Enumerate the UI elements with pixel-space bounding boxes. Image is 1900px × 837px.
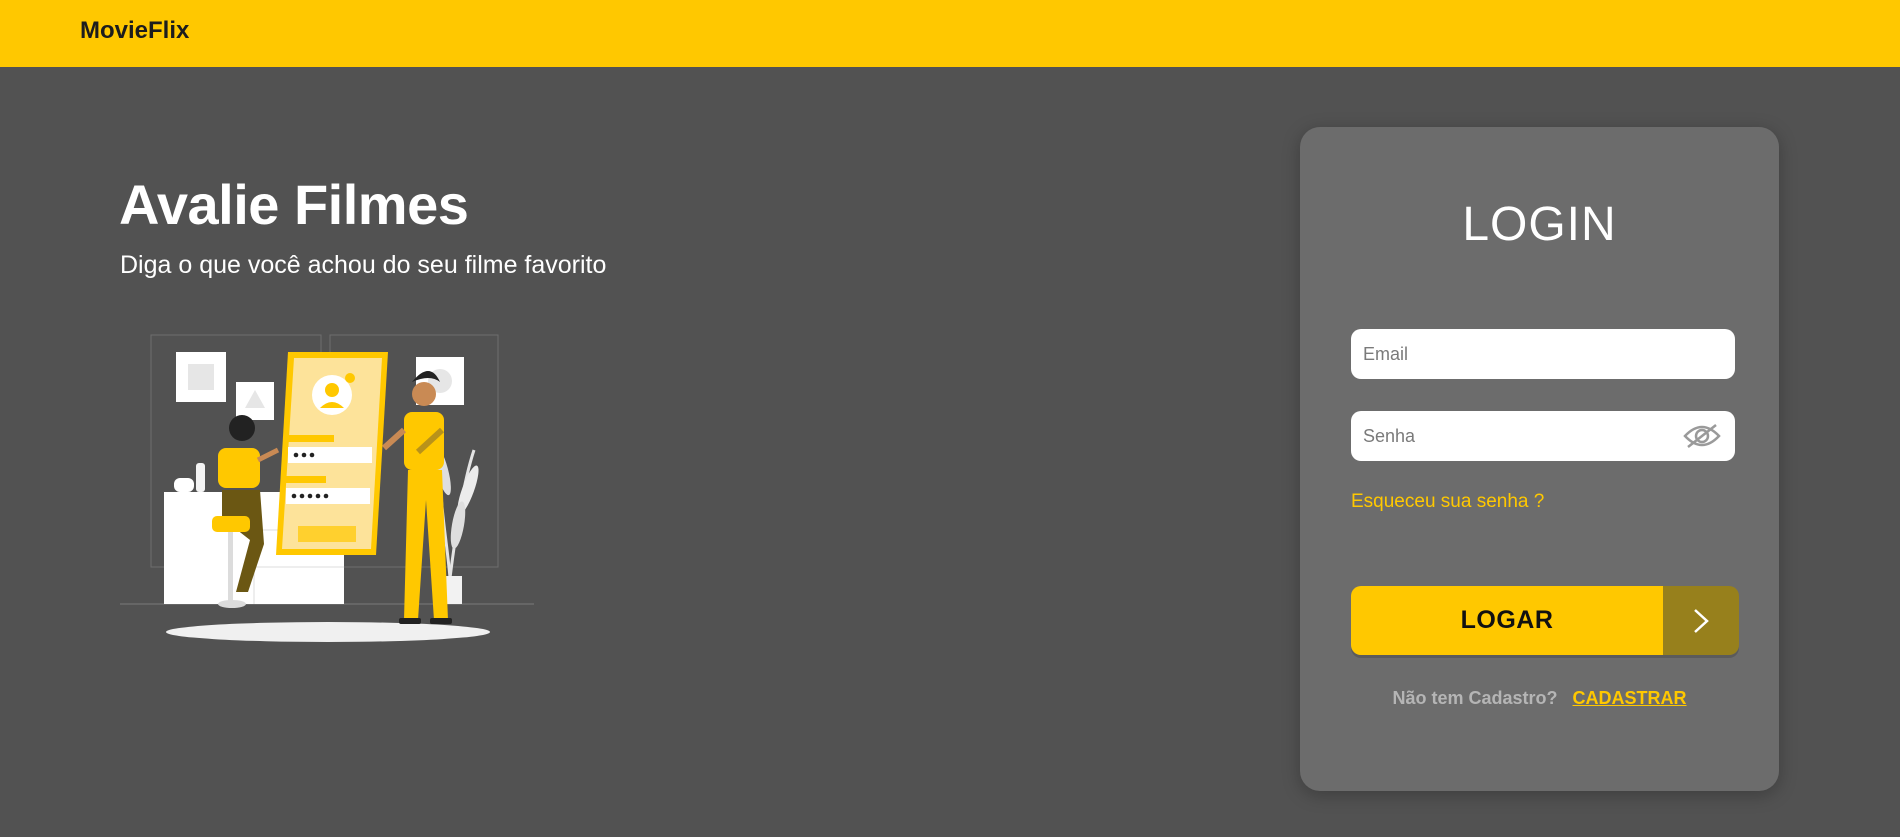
signup-question: Não tem Cadastro? — [1392, 688, 1558, 708]
email-input[interactable] — [1363, 329, 1663, 379]
brand-logo[interactable]: MovieFlix — [80, 17, 189, 45]
login-button[interactable]: LOGAR — [1351, 586, 1739, 655]
eye-icon[interactable] — [1683, 422, 1721, 450]
password-input[interactable] — [1363, 411, 1663, 461]
login-title: LOGIN — [1462, 198, 1617, 251]
signup-link[interactable]: CADASTRAR — [1573, 688, 1687, 708]
forgot-password-link[interactable]: Esqueceu sua senha ? — [1351, 491, 1544, 513]
chevron-right-icon — [1663, 586, 1739, 655]
email-field[interactable] — [1351, 329, 1735, 379]
signup-row: Não tem Cadastro? CADASTRAR — [1300, 688, 1779, 709]
navbar: MovieFlix — [0, 0, 1900, 67]
hero-title: Avalie Filmes — [119, 173, 469, 236]
login-illustration — [118, 330, 538, 655]
login-button-label: LOGAR — [1351, 586, 1663, 655]
hero-subtitle: Diga o que você achou do seu filme favor… — [120, 251, 607, 279]
password-field[interactable] — [1351, 411, 1735, 461]
